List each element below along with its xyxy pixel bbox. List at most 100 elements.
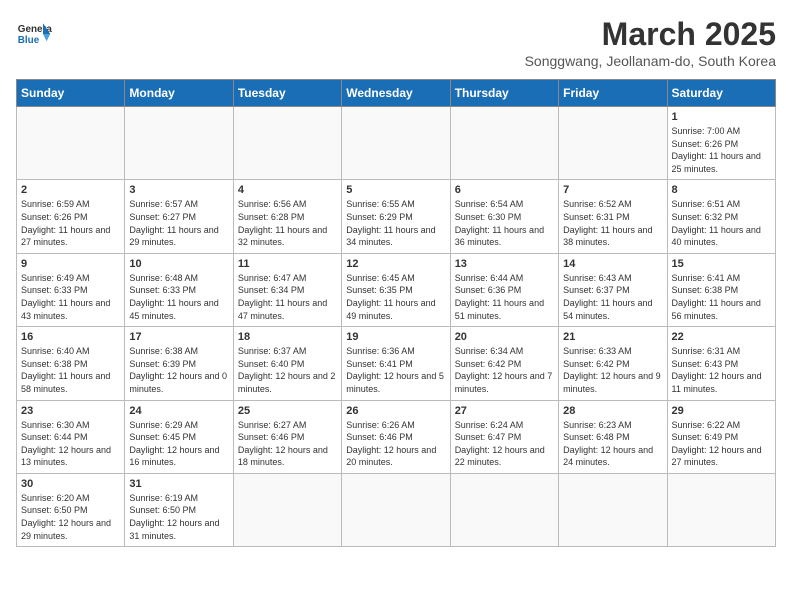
day-number: 2 <box>21 184 120 196</box>
day-number: 28 <box>563 405 662 417</box>
col-friday: Friday <box>559 80 667 107</box>
calendar-header: Sunday Monday Tuesday Wednesday Thursday… <box>17 80 776 107</box>
header-row: Sunday Monday Tuesday Wednesday Thursday… <box>17 80 776 107</box>
calendar-week-6: 30Sunrise: 6:20 AM Sunset: 6:50 PM Dayli… <box>17 473 776 546</box>
day-info: Sunrise: 6:56 AM Sunset: 6:28 PM Dayligh… <box>238 198 337 248</box>
day-info: Sunrise: 6:41 AM Sunset: 6:38 PM Dayligh… <box>672 272 771 322</box>
day-info: Sunrise: 6:57 AM Sunset: 6:27 PM Dayligh… <box>129 198 228 248</box>
calendar-table: Sunday Monday Tuesday Wednesday Thursday… <box>16 79 776 547</box>
day-info: Sunrise: 6:37 AM Sunset: 6:40 PM Dayligh… <box>238 345 337 395</box>
day-info: Sunrise: 6:22 AM Sunset: 6:49 PM Dayligh… <box>672 419 771 469</box>
calendar-cell: 26Sunrise: 6:26 AM Sunset: 6:46 PM Dayli… <box>342 400 450 473</box>
calendar-cell: 2 Sunrise: 6:59 AM Sunset: 6:26 PM Daylig… <box>17 180 125 253</box>
col-tuesday: Tuesday <box>233 80 341 107</box>
day-info: Sunrise: 6:55 AM Sunset: 6:29 PM Dayligh… <box>346 198 445 248</box>
calendar-cell: 29Sunrise: 6:22 AM Sunset: 6:49 PM Dayli… <box>667 400 775 473</box>
col-saturday: Saturday <box>667 80 775 107</box>
calendar-cell: 1 Sunrise: 7:00 AM Sunset: 6:26 PM Daylig… <box>667 107 775 180</box>
day-number: 6 <box>455 184 554 196</box>
calendar-cell: 20 Sunrise: 6:34 AM Sunset: 6:42 PM Dayli… <box>450 327 558 400</box>
day-number: 13 <box>455 258 554 270</box>
calendar-body: 1 Sunrise: 7:00 AM Sunset: 6:26 PM Daylig… <box>17 107 776 547</box>
day-info: Sunrise: 6:43 AM Sunset: 6:37 PM Dayligh… <box>563 272 662 322</box>
day-info: Sunrise: 6:47 AM Sunset: 6:34 PM Dayligh… <box>238 272 337 322</box>
day-info: Sunrise: 6:44 AM Sunset: 6:36 PM Dayligh… <box>455 272 554 322</box>
calendar-cell: 30Sunrise: 6:20 AM Sunset: 6:50 PM Dayli… <box>17 473 125 546</box>
calendar-cell: 25Sunrise: 6:27 AM Sunset: 6:46 PM Dayli… <box>233 400 341 473</box>
calendar-cell: 28 Sunrise: 6:23 AM Sunset: 6:48 PM Dayli… <box>559 400 667 473</box>
calendar-cell: 19 Sunrise: 6:36 AM Sunset: 6:41 PM Dayli… <box>342 327 450 400</box>
day-number: 22 <box>672 331 771 343</box>
day-number: 8 <box>672 184 771 196</box>
calendar-cell <box>233 473 341 546</box>
calendar-cell: 13 Sunrise: 6:44 AM Sunset: 6:36 PM Dayli… <box>450 253 558 326</box>
calendar-cell <box>233 107 341 180</box>
day-number: 19 <box>346 331 445 343</box>
day-info: Sunrise: 6:31 AM Sunset: 6:43 PM Dayligh… <box>672 345 771 395</box>
day-info: Sunrise: 6:19 AM Sunset: 6:50 PM Dayligh… <box>129 492 228 542</box>
calendar-cell: 9Sunrise: 6:49 AM Sunset: 6:33 PM Daylig… <box>17 253 125 326</box>
day-number: 12 <box>346 258 445 270</box>
day-info: Sunrise: 6:29 AM Sunset: 6:45 PM Dayligh… <box>129 419 228 469</box>
calendar-cell: 12 Sunrise: 6:45 AM Sunset: 6:35 PM Dayli… <box>342 253 450 326</box>
day-info: Sunrise: 6:27 AM Sunset: 6:46 PM Dayligh… <box>238 419 337 469</box>
calendar-week-2: 2 Sunrise: 6:59 AM Sunset: 6:26 PM Daylig… <box>17 180 776 253</box>
calendar-cell <box>342 473 450 546</box>
calendar-cell <box>17 107 125 180</box>
title-area: March 2025 Songgwang, Jeollanam-do, Sout… <box>525 16 776 69</box>
calendar-cell <box>125 107 233 180</box>
calendar-cell: 3Sunrise: 6:57 AM Sunset: 6:27 PM Daylig… <box>125 180 233 253</box>
day-info: Sunrise: 6:40 AM Sunset: 6:38 PM Dayligh… <box>21 345 120 395</box>
logo: General Blue <box>16 16 52 52</box>
day-info: Sunrise: 6:24 AM Sunset: 6:47 PM Dayligh… <box>455 419 554 469</box>
day-info: Sunrise: 6:30 AM Sunset: 6:44 PM Dayligh… <box>21 419 120 469</box>
day-info: Sunrise: 6:23 AM Sunset: 6:48 PM Dayligh… <box>563 419 662 469</box>
calendar-subtitle: Songgwang, Jeollanam-do, South Korea <box>525 53 776 69</box>
calendar-cell <box>450 107 558 180</box>
calendar-week-3: 9Sunrise: 6:49 AM Sunset: 6:33 PM Daylig… <box>17 253 776 326</box>
day-info: Sunrise: 6:59 AM Sunset: 6:26 PM Dayligh… <box>21 198 120 248</box>
day-number: 27 <box>455 405 554 417</box>
calendar-week-5: 23Sunrise: 6:30 AM Sunset: 6:44 PM Dayli… <box>17 400 776 473</box>
calendar-cell: 11 Sunrise: 6:47 AM Sunset: 6:34 PM Dayli… <box>233 253 341 326</box>
col-monday: Monday <box>125 80 233 107</box>
day-info: Sunrise: 6:34 AM Sunset: 6:42 PM Dayligh… <box>455 345 554 395</box>
calendar-cell: 23Sunrise: 6:30 AM Sunset: 6:44 PM Dayli… <box>17 400 125 473</box>
day-number: 15 <box>672 258 771 270</box>
calendar-cell <box>559 107 667 180</box>
day-info: Sunrise: 6:20 AM Sunset: 6:50 PM Dayligh… <box>21 492 120 542</box>
calendar-cell <box>559 473 667 546</box>
calendar-cell: 14Sunrise: 6:43 AM Sunset: 6:37 PM Dayli… <box>559 253 667 326</box>
calendar-cell: 18Sunrise: 6:37 AM Sunset: 6:40 PM Dayli… <box>233 327 341 400</box>
calendar-cell: 10 Sunrise: 6:48 AM Sunset: 6:33 PM Dayli… <box>125 253 233 326</box>
svg-text:Blue: Blue <box>18 35 40 46</box>
day-number: 4 <box>238 184 337 196</box>
day-number: 24 <box>129 405 228 417</box>
day-info: Sunrise: 6:45 AM Sunset: 6:35 PM Dayligh… <box>346 272 445 322</box>
col-wednesday: Wednesday <box>342 80 450 107</box>
calendar-title: March 2025 <box>525 16 776 53</box>
day-number: 1 <box>672 111 771 123</box>
day-info: Sunrise: 6:26 AM Sunset: 6:46 PM Dayligh… <box>346 419 445 469</box>
day-info: Sunrise: 6:52 AM Sunset: 6:31 PM Dayligh… <box>563 198 662 248</box>
logo-icon: General Blue <box>16 16 52 52</box>
calendar-cell: 4 Sunrise: 6:56 AM Sunset: 6:28 PM Daylig… <box>233 180 341 253</box>
calendar-cell: 6Sunrise: 6:54 AM Sunset: 6:30 PM Daylig… <box>450 180 558 253</box>
day-number: 16 <box>21 331 120 343</box>
calendar-cell: 21Sunrise: 6:33 AM Sunset: 6:42 PM Dayli… <box>559 327 667 400</box>
day-info: Sunrise: 7:00 AM Sunset: 6:26 PM Dayligh… <box>672 125 771 175</box>
day-info: Sunrise: 6:51 AM Sunset: 6:32 PM Dayligh… <box>672 198 771 248</box>
calendar-cell: 24 Sunrise: 6:29 AM Sunset: 6:45 PM Dayli… <box>125 400 233 473</box>
day-number: 10 <box>129 258 228 270</box>
calendar-cell: 15 Sunrise: 6:41 AM Sunset: 6:38 PM Dayli… <box>667 253 775 326</box>
day-number: 5 <box>346 184 445 196</box>
day-number: 20 <box>455 331 554 343</box>
day-number: 21 <box>563 331 662 343</box>
calendar-cell: 22 Sunrise: 6:31 AM Sunset: 6:43 PM Dayli… <box>667 327 775 400</box>
calendar-cell <box>667 473 775 546</box>
day-info: Sunrise: 6:48 AM Sunset: 6:33 PM Dayligh… <box>129 272 228 322</box>
day-number: 11 <box>238 258 337 270</box>
col-thursday: Thursday <box>450 80 558 107</box>
day-info: Sunrise: 6:36 AM Sunset: 6:41 PM Dayligh… <box>346 345 445 395</box>
calendar-week-4: 16 Sunrise: 6:40 AM Sunset: 6:38 PM Dayli… <box>17 327 776 400</box>
